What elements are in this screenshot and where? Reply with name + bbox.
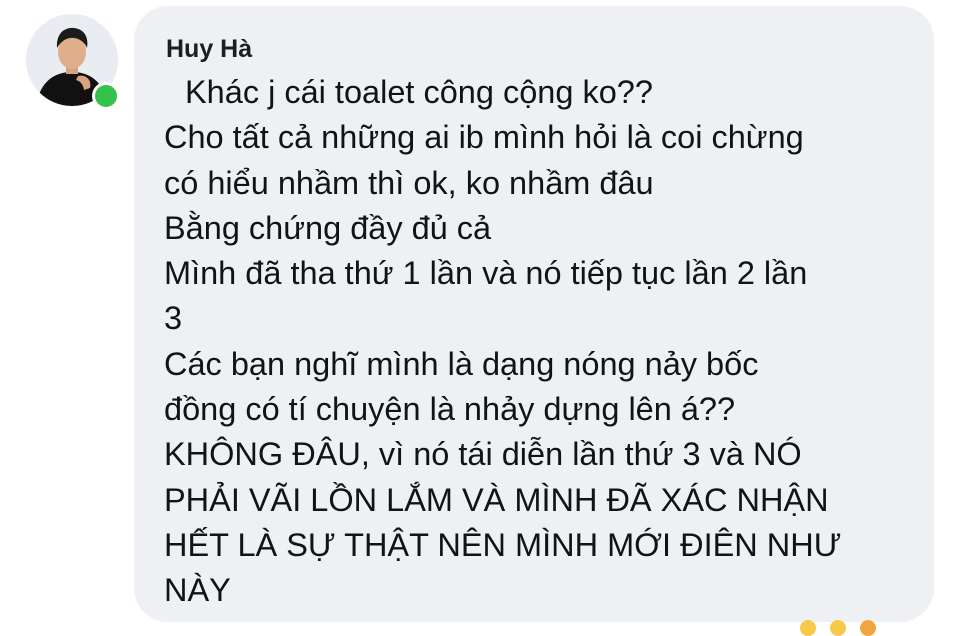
- comment-line: Mình đã tha thứ 1 lần và nó tiếp tục lần…: [164, 255, 808, 292]
- reaction-wow-icon[interactable]: [830, 620, 846, 636]
- author-avatar[interactable]: [26, 14, 122, 110]
- comment-line: 3: [164, 300, 183, 337]
- comment-author-name[interactable]: Huy Hà: [166, 34, 914, 64]
- comment-line: NÀY: [164, 572, 231, 609]
- reaction-angry-icon[interactable]: [860, 620, 876, 636]
- comment-line: Khác j cái toalet công cộng ko??: [185, 74, 653, 110]
- comment-line: Các bạn nghĩ mình là dạng nóng nảy bốc: [164, 345, 759, 382]
- comment-line: có hiểu nhầm thì ok, ko nhầm đâu: [164, 164, 654, 201]
- comment-text: Khác j cái toalet công cộng ko?? Cho tất…: [164, 70, 914, 614]
- comment-line: Cho tất cả những ai ib mình hỏi là coi c…: [164, 119, 804, 156]
- comment-line: KHÔNG ĐÂU, vì nó tái diễn lần thứ 3 và N…: [164, 436, 802, 473]
- online-status-icon: [92, 82, 120, 110]
- comment-line: Bằng chứng đầy đủ cả: [164, 209, 492, 246]
- comment-line: PHẢI VÃI LỒN LẮM VÀ MÌNH ĐÃ XÁC NHẬN: [164, 481, 829, 518]
- comment-line: HẾT LÀ SỰ THẬT NÊN MÌNH MỚI ĐIÊN NHƯ: [164, 526, 842, 563]
- comment-bubble: Huy Hà Khác j cái toalet công cộng ko?? …: [134, 6, 934, 622]
- comment-line: đồng có tí chuyện là nhảy dựng lên á??: [164, 391, 736, 428]
- reaction-haha-icon[interactable]: [800, 620, 816, 636]
